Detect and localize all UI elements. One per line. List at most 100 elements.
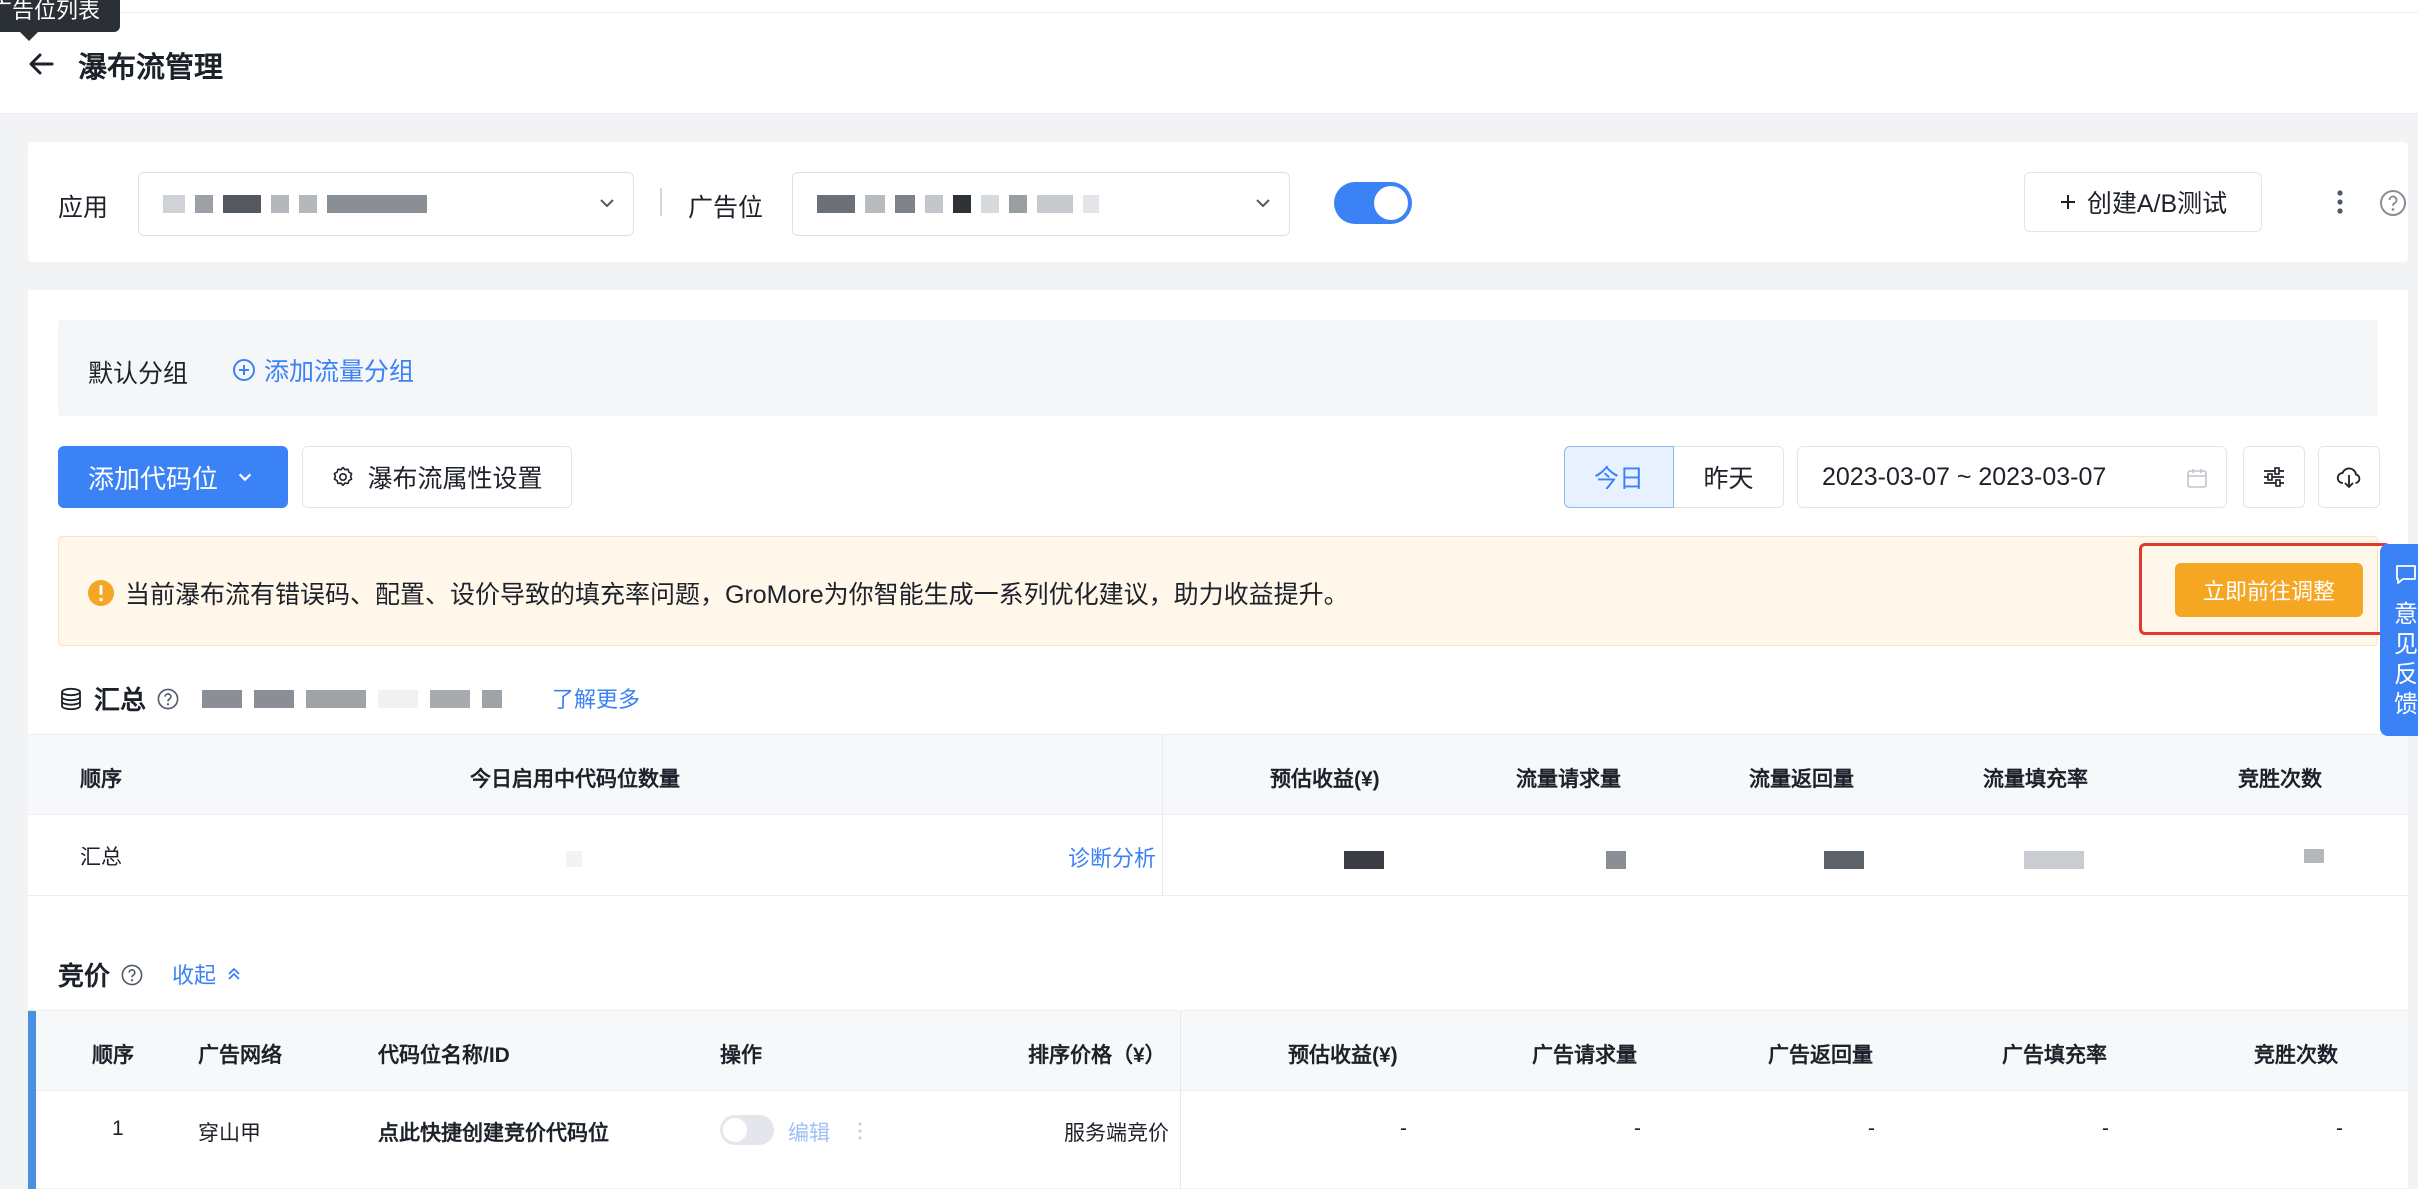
summary-title: 汇总 xyxy=(94,685,147,715)
sliders-icon xyxy=(2264,467,2284,487)
summary-row-label: 汇总 xyxy=(80,846,122,869)
waterfall-panel: 默认分组 添加流量分组 添加代码位 瀑布流属性设置 今日 昨天 2023-03-… xyxy=(28,290,2408,1189)
row-accent-bar xyxy=(28,1011,36,1189)
breadcrumb-tooltip: 广告位列表 xyxy=(0,0,121,41)
col-traffic-requests: 流量请求量 xyxy=(1516,768,1621,791)
col-traffic-returns: 流量返回量 xyxy=(1749,768,1854,791)
row-order: 1 xyxy=(112,1117,124,1140)
chevron-down-icon xyxy=(238,473,252,482)
back-arrow-icon[interactable] xyxy=(26,48,58,80)
filter-divider xyxy=(660,188,662,216)
edit-link[interactable]: 编辑 xyxy=(788,1117,830,1147)
create-ab-test-button[interactable]: 创建A/B测试 xyxy=(2024,172,2262,232)
bidding-table-header: 顺序 广告网络 代码位名称/ID 操作 排序价格（¥） 预估收益(¥) 广告请求… xyxy=(28,1011,2408,1091)
today-tab[interactable]: 今日 xyxy=(1564,446,1674,508)
default-group-tab[interactable]: 默认分组 xyxy=(88,354,188,390)
row-est-revenue: - xyxy=(1400,1117,1407,1140)
date-range-value: 2023-03-07 ~ 2023-03-07 xyxy=(1822,462,2107,491)
column-settings-button[interactable] xyxy=(2243,446,2305,508)
help-icon[interactable] xyxy=(120,963,144,987)
col-actions: 操作 xyxy=(720,1044,762,1067)
date-range-picker[interactable]: 2023-03-07 ~ 2023-03-07 xyxy=(1797,446,2227,508)
calendar-icon xyxy=(2187,469,2207,488)
col-active-slots: 今日启用中代码位数量 xyxy=(470,768,680,791)
redacted-value xyxy=(1344,851,1384,869)
download-button[interactable] xyxy=(2318,446,2380,508)
app-label: 应用 xyxy=(58,194,109,222)
redacted-value xyxy=(2304,849,2324,863)
redacted-value xyxy=(2024,851,2084,869)
chevron-down-icon xyxy=(600,199,614,208)
feedback-tab[interactable]: 意见反馈 xyxy=(2380,544,2418,736)
col-order: 顺序 xyxy=(92,1044,134,1067)
add-code-slot-label: 添加代码位 xyxy=(88,463,219,494)
adslot-select-value-redacted xyxy=(817,173,1099,235)
diagnose-link[interactable]: 诊断分析 xyxy=(1068,841,1156,873)
col-ad-fill-rate: 广告填充率 xyxy=(2002,1044,2107,1067)
yesterday-tab[interactable]: 昨天 xyxy=(1674,446,1784,508)
header-divider xyxy=(0,12,2418,13)
row-wins: - xyxy=(2336,1117,2343,1140)
help-icon[interactable] xyxy=(156,687,180,711)
learn-more-link[interactable]: 了解更多 xyxy=(552,682,640,714)
chevron-down-icon xyxy=(1256,199,1270,208)
page-header: 广告位列表 瀑布流管理 xyxy=(0,0,2418,114)
waterfall-settings-label: 瀑布流属性设置 xyxy=(367,465,543,493)
bidding-section-title: 竞价 xyxy=(58,956,144,993)
fill-rate-alert: 当前瀑布流有错误码、配置、设价导致的填充率问题，GroMore为你智能生成一系列… xyxy=(58,536,2391,646)
col-wins: 竞胜次数 xyxy=(2238,768,2322,791)
quick-create-slot-link[interactable]: 点此快捷创建竞价代码位 xyxy=(378,1117,609,1147)
col-wins: 竞胜次数 xyxy=(2254,1044,2338,1067)
date-preset-switch: 今日 昨天 xyxy=(1564,446,1784,508)
create-ab-test-label: 创建A/B测试 xyxy=(2086,190,2228,218)
row-ad-returns: - xyxy=(1868,1117,1875,1140)
alert-message: 当前瀑布流有错误码、配置、设价导致的填充率问题，GroMore为你智能生成一系列… xyxy=(125,581,1349,609)
bidding-title: 竞价 xyxy=(58,961,111,991)
collapse-label: 收起 xyxy=(172,963,217,988)
summary-section-title: 汇总 xyxy=(58,680,180,717)
col-ad-returns: 广告返回量 xyxy=(1768,1044,1873,1067)
col-est-revenue: 预估收益(¥) xyxy=(1288,1044,1398,1067)
row-ad-fill-rate: - xyxy=(2102,1117,2109,1140)
col-traffic-fill-rate: 流量填充率 xyxy=(1983,768,2088,791)
adslot-select[interactable] xyxy=(792,172,1290,236)
app-select[interactable] xyxy=(138,172,634,236)
column-divider xyxy=(1162,735,1163,897)
filter-bar: 应用 广告位 创建A/B测试 xyxy=(28,142,2408,262)
summary-table-header: 顺序 今日启用中代码位数量 预估收益(¥) 流量请求量 流量返回量 流量填充率 … xyxy=(28,735,2408,815)
waterfall-settings-button[interactable]: 瀑布流属性设置 xyxy=(302,446,572,508)
collapse-toggle[interactable]: 收起 xyxy=(172,958,244,990)
feedback-label: 意见反馈 xyxy=(2394,601,2418,718)
col-slot-name: 代码位名称/ID xyxy=(378,1044,510,1067)
summary-info-redacted xyxy=(202,690,502,708)
adslot-label: 广告位 xyxy=(688,194,764,222)
col-order: 顺序 xyxy=(80,768,122,791)
slot-enable-toggle[interactable] xyxy=(720,1115,774,1145)
plus-icon xyxy=(2060,195,2075,209)
more-vertical-icon[interactable] xyxy=(2324,186,2356,218)
col-est-revenue: 预估收益(¥) xyxy=(1270,768,1380,791)
redacted-value xyxy=(1606,851,1626,869)
database-icon xyxy=(61,687,81,710)
help-icon[interactable] xyxy=(2378,188,2408,218)
adslot-toggle[interactable] xyxy=(1334,182,1412,224)
double-chevron-up-icon xyxy=(228,967,240,980)
add-traffic-group-button[interactable]: 添加流量分组 xyxy=(232,352,414,388)
add-circle-icon xyxy=(233,359,255,381)
summary-table: 顺序 今日启用中代码位数量 预估收益(¥) 流量请求量 流量返回量 流量填充率 … xyxy=(28,734,2408,897)
cloud-download-icon xyxy=(2336,467,2361,489)
redacted-value xyxy=(566,851,582,867)
row-ad-requests: - xyxy=(1634,1117,1641,1140)
app-select-value-redacted xyxy=(163,173,427,235)
traffic-group-bar: 默认分组 添加流量分组 xyxy=(58,320,2378,416)
gear-icon xyxy=(334,466,353,487)
column-divider xyxy=(1180,1011,1181,1189)
adjust-now-button[interactable]: 立即前往调整 xyxy=(2175,563,2363,617)
row-network: 穿山甲 xyxy=(198,1122,261,1145)
message-icon xyxy=(2396,565,2416,584)
more-vertical-icon[interactable] xyxy=(854,1119,866,1143)
page-title: 瀑布流管理 xyxy=(78,52,224,84)
redacted-value xyxy=(1824,851,1864,869)
add-code-slot-button[interactable]: 添加代码位 xyxy=(58,446,288,508)
warning-icon xyxy=(88,580,114,606)
